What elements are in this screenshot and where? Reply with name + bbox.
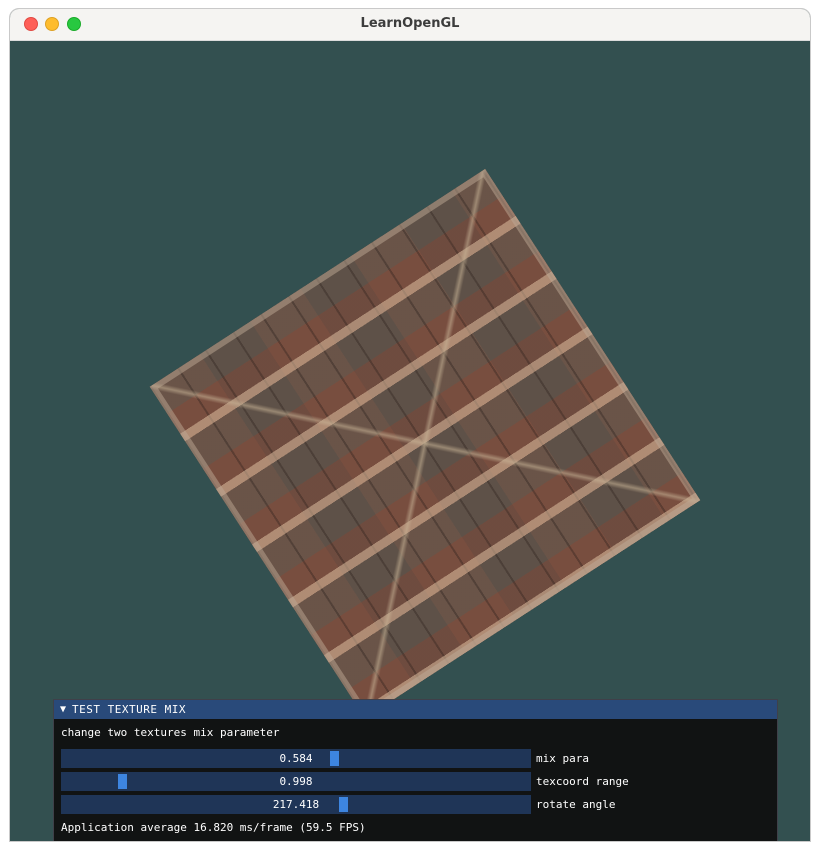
window-title: LearnOpenGL [360, 16, 460, 31]
slider-row-rotate-angle: 217.418 rotate angle [61, 793, 770, 816]
slider-row-texcoord-range: 0.998 texcoord range [61, 770, 770, 793]
slider-value: 217.418 [272, 798, 320, 811]
description-text: change two textures mix parameter [61, 726, 280, 739]
textured-quad [149, 168, 701, 719]
opengl-viewport[interactable]: ▼ TEST TEXTURE MIX change two textures m… [10, 41, 810, 841]
slider-value: 0.584 [279, 752, 313, 765]
title-bar[interactable]: LearnOpenGL [10, 9, 810, 41]
slider-value: 0.998 [279, 775, 313, 788]
imgui-header[interactable]: ▼ TEST TEXTURE MIX [54, 700, 777, 719]
collapse-triangle-icon[interactable]: ▼ [60, 704, 66, 715]
slider-label: mix para [536, 752, 589, 765]
app-window: LearnOpenGL ▼ TEST TEXTURE MIX change tw… [9, 8, 811, 842]
fps-stats-text: Application average 16.820 ms/frame (59.… [61, 821, 366, 834]
slider-row-mix-para: 0.584 mix para [61, 747, 770, 770]
texcoord-range-slider[interactable]: 0.998 [61, 772, 531, 791]
rotate-angle-slider[interactable]: 217.418 [61, 795, 531, 814]
imgui-title: TEST TEXTURE MIX [72, 703, 186, 716]
slider-label: rotate angle [536, 798, 616, 811]
slider-label: texcoord range [536, 775, 629, 788]
mix-para-slider[interactable]: 0.584 [61, 749, 531, 768]
imgui-window-test-texture-mix[interactable]: ▼ TEST TEXTURE MIX change two textures m… [53, 699, 778, 841]
